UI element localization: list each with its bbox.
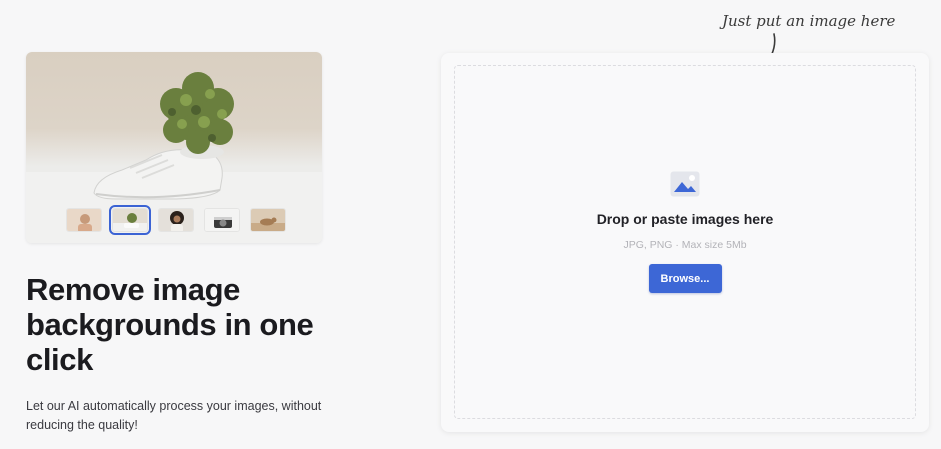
dropzone-title: Drop or paste images here bbox=[596, 211, 774, 227]
thumbnail-strip bbox=[66, 205, 286, 235]
image-icon bbox=[670, 171, 700, 197]
upload-panel: Drop or paste images here JPG, PNG · Max… bbox=[441, 53, 929, 432]
thumbnail-curly-hair-woman[interactable] bbox=[158, 208, 194, 232]
dropzone-file-info: JPG, PNG · Max size 5Mb bbox=[623, 239, 747, 251]
thumbnail-cat-on-furniture[interactable] bbox=[250, 208, 286, 232]
thumbnail-woman-portrait[interactable] bbox=[66, 208, 102, 232]
thumbnail-camera[interactable] bbox=[204, 208, 240, 232]
browse-button[interactable]: Browse... bbox=[648, 264, 722, 293]
thumbnail-plant-shoe[interactable] bbox=[109, 205, 151, 235]
page-title: Remove image backgrounds in one click bbox=[26, 272, 314, 377]
drop-hint-label: Just put an image here bbox=[722, 12, 896, 30]
image-dropzone[interactable]: Drop or paste images here JPG, PNG · Max… bbox=[454, 65, 916, 419]
preview-image bbox=[26, 52, 322, 243]
page-description: Let our AI automatically process your im… bbox=[26, 399, 322, 432]
